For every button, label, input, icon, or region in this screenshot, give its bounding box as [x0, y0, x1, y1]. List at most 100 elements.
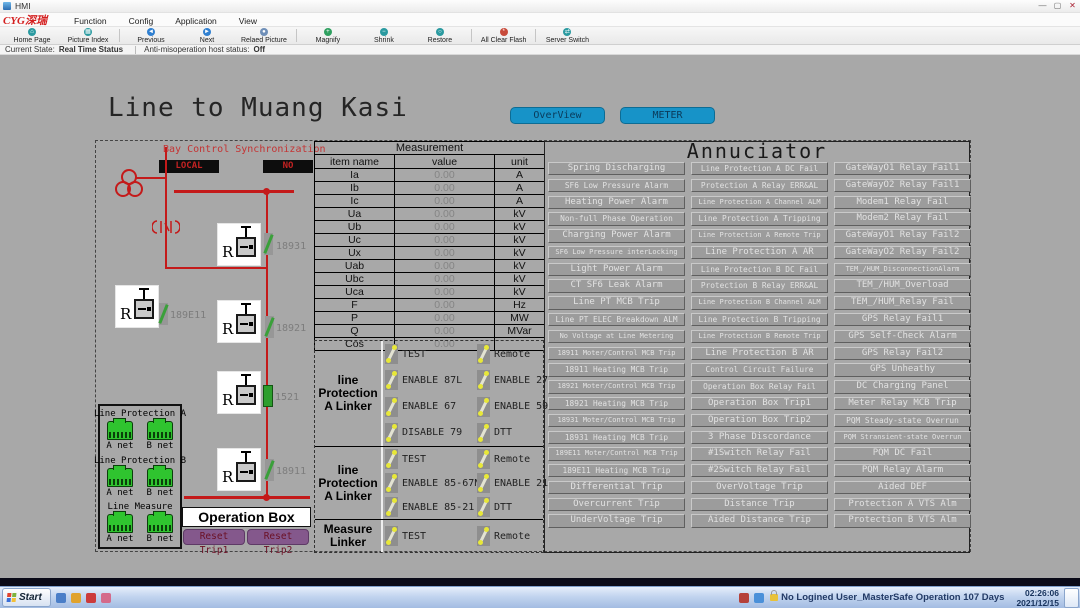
reset-trip2-button[interactable]: Reset Trip2 [247, 529, 309, 545]
annunciator-tile[interactable]: GPS Relay Fail2 [834, 347, 971, 360]
switch-icon[interactable] [477, 370, 490, 390]
switch-icon[interactable] [385, 370, 398, 390]
annunciator-tile[interactable]: #2Switch Relay Fail [691, 464, 828, 477]
annunciator-tile[interactable]: 18931 Heating MCB Trip [548, 431, 685, 444]
breaker-icon[interactable]: R [218, 372, 260, 413]
toolbar-button-picture-index[interactable]: ▦Picture Index [60, 27, 116, 45]
annunciator-tile[interactable]: SF6 Low Pressure interLocking [548, 246, 685, 259]
annunciator-tile[interactable]: Charging Power Alarm [548, 229, 685, 242]
annunciator-tile[interactable]: 18911 Heating MCB Trip [548, 363, 685, 376]
switch-icon[interactable] [477, 473, 490, 493]
annunciator-tile[interactable]: 18931 Moter/Control MCB Trip [548, 414, 685, 427]
tray-shield-icon[interactable] [86, 593, 96, 603]
annunciator-tile[interactable]: 3 Phase Discordance [691, 431, 828, 444]
switch-icon[interactable] [477, 449, 490, 469]
annunciator-tile[interactable]: TEM_/HUM_Relay Fail [834, 296, 971, 309]
annunciator-tile[interactable]: PQM DC Fail [834, 447, 971, 460]
annunciator-tile[interactable]: Overcurrent Trip [548, 498, 685, 511]
tray-status-icon[interactable] [739, 593, 749, 603]
tray-app-icon[interactable] [101, 593, 111, 603]
annunciator-tile[interactable]: Line PT ELEC Breakdown ALM [548, 313, 685, 326]
toolbar-button-previous[interactable]: ◄Previous [123, 27, 179, 45]
switch-icon[interactable] [477, 526, 490, 546]
annunciator-tile[interactable]: #1Switch Relay Fail [691, 447, 828, 460]
annunciator-tile[interactable]: Line PT MCB Trip [548, 296, 685, 309]
annunciator-tile[interactable]: Modem2 Relay Fail [834, 212, 971, 225]
switch-icon[interactable] [385, 449, 398, 469]
disconnector-open-icon[interactable] [265, 459, 274, 481]
breaker-icon[interactable]: R [218, 449, 260, 490]
switch-icon[interactable] [477, 344, 490, 364]
menu-config[interactable]: Config [118, 16, 165, 26]
disconnector-open-icon[interactable] [159, 303, 168, 325]
breaker-closed-icon[interactable] [263, 385, 273, 407]
annunciator-tile[interactable]: Operation Box Trip2 [691, 414, 828, 427]
disconnector-open-icon[interactable] [264, 233, 273, 255]
annunciator-tile[interactable]: OverVoltage Trip [691, 481, 828, 494]
annunciator-tile[interactable]: Line Protection A Tripping [691, 212, 828, 225]
toolbar-button-all-clear-flash[interactable]: *All Clear Flash [475, 27, 533, 45]
annunciator-tile[interactable]: Line Protection A DC Fail [691, 162, 828, 175]
annunciator-tile[interactable]: GateWayO2 Relay Fail2 [834, 246, 971, 259]
breaker-icon[interactable]: R [218, 301, 260, 342]
annunciator-tile[interactable]: Aided Distance Trip [691, 514, 828, 527]
switch-icon[interactable] [385, 497, 398, 517]
annunciator-tile[interactable]: GateWayO1 Relay Fail2 [834, 229, 971, 242]
annunciator-tile[interactable]: GPS Unheathy [834, 363, 971, 376]
overview-button[interactable]: OverView [510, 107, 605, 124]
annunciator-tile[interactable]: Line Protection B AR [691, 347, 828, 360]
annunciator-tile[interactable]: Spring Discharging [548, 162, 685, 175]
reset-trip1-button[interactable]: Reset Trip1 [183, 529, 245, 545]
disconnector-open-icon[interactable] [265, 316, 274, 338]
annunciator-tile[interactable]: GateWayO1 Relay Fail1 [834, 162, 971, 175]
toolbar-button-next[interactable]: ►Next [179, 27, 235, 45]
annunciator-tile[interactable]: Protection B Relay ERR&AL [691, 279, 828, 292]
toolbar-button-server-switch[interactable]: ⇄Server Switch [539, 27, 595, 45]
annunciator-tile[interactable]: SF6 Low Pressure Alarm [548, 179, 685, 192]
start-button[interactable]: Start [2, 588, 51, 607]
tray-network-icon[interactable] [754, 593, 764, 603]
annunciator-tile[interactable]: CT SF6 Leak Alarm [548, 279, 685, 292]
minimize-icon[interactable]: — [1035, 0, 1050, 12]
switch-icon[interactable] [385, 344, 398, 364]
toolbar-button-home-page[interactable]: ⌂Home Page [4, 27, 60, 45]
annunciator-tile[interactable]: Aided DEF [834, 481, 971, 494]
switch-icon[interactable] [385, 526, 398, 546]
annunciator-tile[interactable]: Meter Relay MCB Trip [834, 397, 971, 410]
annunciator-tile[interactable]: 18911 Moter/Control MCB Trip [548, 347, 685, 360]
annunciator-tile[interactable]: 18921 Heating MCB Trip [548, 397, 685, 410]
menu-function[interactable]: Function [63, 16, 118, 26]
annunciator-tile[interactable]: No Voltage at Line Metering [548, 330, 685, 343]
close-icon[interactable]: ✕ [1065, 0, 1080, 12]
switch-icon[interactable] [385, 397, 398, 417]
toolbar-button-magnify[interactable]: +Magnify [300, 27, 356, 45]
annunciator-tile[interactable]: Protection A VTS Alm [834, 498, 971, 511]
annunciator-tile[interactable]: Non-full Phase Operation [548, 212, 685, 225]
annunciator-tile[interactable]: Line Protection B Channel ALM [691, 296, 828, 309]
annunciator-tile[interactable]: Control Circuit Failure [691, 363, 828, 376]
annunciator-tile[interactable]: Line Protection A AR [691, 246, 828, 259]
annunciator-tile[interactable]: 18921 Moter/Control MCB Trip [548, 380, 685, 393]
annunciator-tile[interactable]: Protection B VTS Alm [834, 514, 971, 527]
annunciator-tile[interactable]: Line Protection B Remote Trip [691, 330, 828, 343]
switch-icon[interactable] [477, 497, 490, 517]
tray-alarm-icon[interactable] [71, 593, 81, 603]
annunciator-tile[interactable]: GPS Relay Fail1 [834, 313, 971, 326]
annunciator-tile[interactable]: GateWayO2 Relay Fail1 [834, 179, 971, 192]
annunciator-tile[interactable]: Line Protection A Channel ALM [691, 196, 828, 209]
annunciator-tile[interactable]: Modem1 Relay Fail [834, 196, 971, 209]
annunciator-tile[interactable]: Heating Power Alarm [548, 196, 685, 209]
annunciator-tile[interactable]: TEM_/HUM_DisconnectionAlarm [834, 263, 971, 276]
toolbar-button-restore[interactable]: ○Restore [412, 27, 468, 45]
annunciator-tile[interactable]: Differential Trip [548, 481, 685, 494]
annunciator-tile[interactable]: PQM Steady-state Overrun [834, 414, 971, 427]
switch-icon[interactable] [477, 397, 490, 417]
breaker-icon[interactable]: R [116, 286, 158, 327]
annunciator-tile[interactable]: 189E11 Moter/Control MCB Trip [548, 447, 685, 460]
meter-button[interactable]: METER [620, 107, 715, 124]
switch-icon[interactable] [477, 423, 490, 443]
annunciator-tile[interactable]: PQM Stransient-state Overrun [834, 431, 971, 444]
annunciator-tile[interactable]: 189E11 Heating MCB Trip [548, 464, 685, 477]
annunciator-tile[interactable]: Line Protection B DC Fail [691, 263, 828, 276]
switch-icon[interactable] [385, 473, 398, 493]
